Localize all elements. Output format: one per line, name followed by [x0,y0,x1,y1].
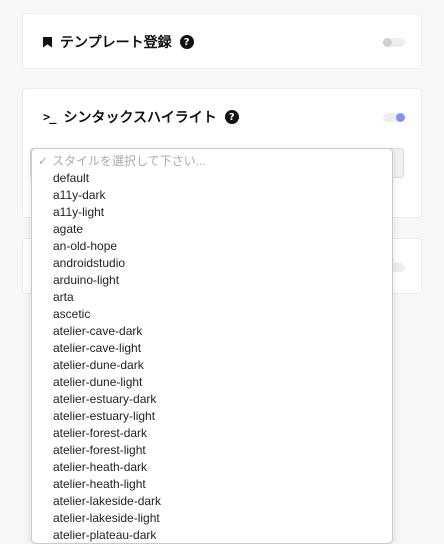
dropdown-option[interactable]: arduino-light [32,272,392,289]
help-icon[interactable]: ? [224,110,239,124]
template-registration-title: テンプレート登録 [60,35,172,51]
dropdown-option[interactable]: atelier-heath-dark [32,459,392,476]
dropdown-option[interactable]: a11y-light [32,204,392,221]
template-registration-header: テンプレート登録 ? [23,14,421,70]
toggle-knob [383,37,392,47]
dropdown-option[interactable]: ascetic [32,306,392,323]
dropdown-option[interactable]: atelier-cave-light [32,340,392,357]
dropdown-option[interactable]: atelier-lakeside-dark [32,493,392,510]
bookmark-icon [43,36,52,48]
dropdown-option[interactable]: atelier-dune-dark [32,357,392,374]
syntax-highlight-header: >_ シンタックスハイライト ? [23,89,421,145]
dropdown-option[interactable]: arta [32,289,392,306]
dropdown-placeholder-option[interactable]: ✓ スタイルを選択して下さい... [32,153,392,170]
syntax-highlight-title-row: >_ シンタックスハイライト ? [43,107,383,127]
template-registration-card: テンプレート登録 ? [22,13,422,69]
dropdown-option[interactable]: atelier-forest-light [32,442,392,459]
help-icon[interactable]: ? [179,35,194,49]
terminal-icon: >_ [43,110,56,124]
dropdown-option[interactable]: a11y-dark [32,187,392,204]
check-icon: ✓ [38,154,49,168]
placeholder-label: スタイルを選択して下さい... [52,154,206,168]
dropdown-option[interactable]: default [32,170,392,187]
dropdown-option[interactable]: atelier-plateau-dark [32,527,392,543]
syntax-highlight-title: シンタックスハイライト [63,110,217,126]
dropdown-option[interactable]: an-old-hope [32,238,392,255]
dropdown-option[interactable]: atelier-lakeside-light [32,510,392,527]
dropdown-option[interactable]: androidstudio [32,255,392,272]
dropdown-option[interactable]: atelier-forest-dark [32,425,392,442]
style-dropdown-list[interactable]: ✓ スタイルを選択して下さい... default a11y-dark a11y-li… [31,148,393,544]
dropdown-option[interactable]: atelier-dune-light [32,374,392,391]
dropdown-option[interactable]: atelier-heath-light [32,476,392,493]
template-registration-title-row: テンプレート登録 ? [43,32,383,52]
dropdown-option[interactable]: atelier-estuary-light [32,408,392,425]
dropdown-option[interactable]: atelier-cave-dark [32,323,392,340]
dropdown-option[interactable]: atelier-estuary-dark [32,391,392,408]
dropdown-option[interactable]: agate [32,221,392,238]
toggle-knob [396,112,405,122]
syntax-highlight-toggle[interactable] [383,112,405,122]
template-registration-toggle[interactable] [383,37,405,47]
